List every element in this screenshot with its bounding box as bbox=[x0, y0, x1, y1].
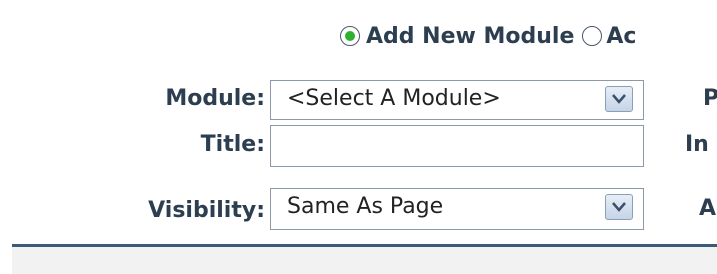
title-label: Title: bbox=[200, 132, 265, 157]
title-input[interactable] bbox=[270, 125, 644, 167]
module-label: Module: bbox=[165, 86, 265, 111]
module-select[interactable]: <Select A Module> bbox=[270, 80, 644, 120]
footer-band bbox=[12, 247, 717, 274]
radio-selected-dot bbox=[345, 31, 355, 41]
module-dropdown-button[interactable] bbox=[605, 86, 633, 112]
visibility-select[interactable]: Same As Page bbox=[270, 188, 644, 230]
chevron-down-icon bbox=[612, 94, 626, 104]
visibility-label: Visibility: bbox=[148, 198, 265, 223]
visibility-select-value: Same As Page bbox=[287, 194, 444, 219]
module-select-value: <Select A Module> bbox=[287, 86, 501, 111]
right-label-row3: A bbox=[699, 196, 717, 221]
add-existing-module-radio[interactable] bbox=[582, 26, 603, 46]
add-new-module-radio[interactable] bbox=[340, 26, 360, 46]
visibility-dropdown-button[interactable] bbox=[605, 194, 633, 220]
right-label-row2: In bbox=[685, 132, 709, 157]
module-mode-radio-group: Add New Module Ac bbox=[340, 18, 636, 54]
add-existing-module-label[interactable]: Ac bbox=[606, 24, 636, 49]
chevron-down-icon bbox=[612, 202, 626, 212]
right-label-row1: P bbox=[703, 86, 717, 111]
add-new-module-label[interactable]: Add New Module bbox=[366, 24, 574, 49]
